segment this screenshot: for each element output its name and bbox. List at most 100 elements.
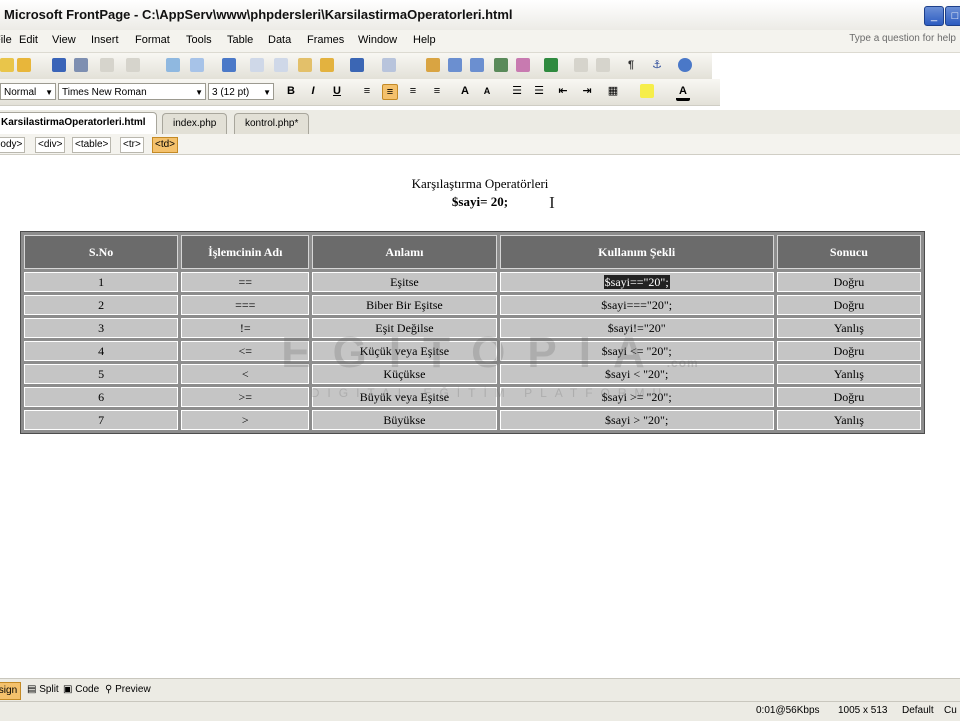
cell-meaning[interactable]: Büyük veya Eşitse (312, 387, 497, 407)
italic-button[interactable]: I (306, 84, 320, 98)
tag-div[interactable]: <div> (35, 137, 66, 153)
highlight-icon[interactable] (640, 84, 654, 98)
view-preview-button[interactable]: ⚲ Preview (102, 682, 154, 698)
help-question-box[interactable]: Type a question for help (849, 33, 956, 44)
undo-icon[interactable] (350, 58, 364, 72)
cell-result[interactable]: Doğru (776, 272, 921, 292)
tab-kontrol[interactable]: kontrol.php* (234, 113, 310, 134)
header-sno[interactable]: S.No (24, 235, 179, 269)
cell-meaning[interactable]: Biber Bir Eşitse (312, 295, 497, 315)
save-icon[interactable] (52, 58, 66, 72)
help-icon[interactable] (678, 58, 692, 72)
cell-operator[interactable]: === (181, 295, 310, 315)
cell-result[interactable]: Yanlış (776, 318, 921, 338)
insert-table-icon[interactable] (448, 58, 462, 72)
cell-meaning[interactable]: Küçükse (312, 364, 497, 384)
numbered-list-icon[interactable]: ☰ (510, 84, 524, 98)
cell-meaning[interactable]: Eşit Değilse (312, 318, 497, 338)
tag-table[interactable]: <table> (72, 137, 112, 153)
header-meaning[interactable]: Anlamı (312, 235, 497, 269)
header-result[interactable]: Sonucu (776, 235, 921, 269)
spelling-icon[interactable] (222, 58, 236, 72)
menu-table[interactable]: Table (227, 34, 253, 46)
header-operator-name[interactable]: İşlemcinin Adı (181, 235, 310, 269)
cell-meaning[interactable]: Eşitse (312, 272, 497, 292)
decrease-indent-icon[interactable]: ⇤ (556, 84, 570, 98)
new-page-icon[interactable] (0, 58, 14, 72)
decrease-font-icon[interactable]: A (480, 84, 494, 98)
cell-usage[interactable]: $sayi=="20"; (499, 272, 774, 292)
stop-icon[interactable] (596, 58, 610, 72)
cell-usage[interactable]: $sayi >= "20"; (499, 387, 774, 407)
view-split-button[interactable]: ▤ Split (24, 682, 62, 698)
align-center-icon[interactable]: ≡ (382, 84, 398, 100)
tab-karsilastirma[interactable]: KarsilastirmaOperatorleri.html (0, 112, 157, 135)
cell-sno[interactable]: 4 (24, 341, 179, 361)
open-folder-icon[interactable] (17, 58, 31, 72)
view-code-button[interactable]: ▣ Code (60, 682, 102, 698)
publish-icon[interactable] (100, 58, 114, 72)
cell-result[interactable]: Doğru (776, 387, 921, 407)
web-component-icon[interactable] (426, 58, 440, 72)
print-icon[interactable] (166, 58, 180, 72)
cell-result[interactable]: Doğru (776, 341, 921, 361)
font-size-select[interactable]: 3 (12 pt) ▼ (208, 83, 274, 100)
tag-tr[interactable]: <tr> (120, 137, 144, 153)
font-select[interactable]: Times New Roman ▼ (58, 83, 206, 100)
menu-format[interactable]: Format (135, 34, 170, 46)
header-usage[interactable]: Kullanım Şekli (499, 235, 774, 269)
cell-sno[interactable]: 3 (24, 318, 179, 338)
bold-button[interactable]: B (284, 84, 298, 98)
redo-icon[interactable] (382, 58, 396, 72)
minimize-icon[interactable]: _ (924, 6, 944, 26)
tab-index[interactable]: index.php (162, 113, 228, 134)
cell-sno[interactable]: 6 (24, 387, 179, 407)
tag-td[interactable]: <td> (152, 137, 179, 153)
cell-usage[interactable]: $sayi==="20"; (499, 295, 774, 315)
cell-usage[interactable]: $sayi < "20"; (499, 364, 774, 384)
cell-operator[interactable]: < (181, 364, 310, 384)
cell-sno[interactable]: 7 (24, 410, 179, 430)
maximize-icon[interactable]: □ (945, 6, 960, 26)
cell-operator[interactable]: <= (181, 341, 310, 361)
cell-sno[interactable]: 5 (24, 364, 179, 384)
menu-edit[interactable]: Edit (19, 34, 38, 46)
cell-result[interactable]: Yanlış (776, 364, 921, 384)
preview-browser-icon[interactable] (190, 58, 204, 72)
increase-font-icon[interactable]: A (458, 84, 472, 98)
copy-icon[interactable] (274, 58, 288, 72)
cell-meaning[interactable]: Küçük veya Eşitse (312, 341, 497, 361)
menu-frames[interactable]: Frames (307, 34, 344, 46)
insert-picture-icon[interactable] (494, 58, 508, 72)
menu-window[interactable]: Window (358, 34, 397, 46)
toggle-pane-icon[interactable] (126, 58, 140, 72)
cut-icon[interactable] (250, 58, 264, 72)
menu-data[interactable]: Data (268, 34, 291, 46)
cell-result[interactable]: Yanlış (776, 410, 921, 430)
align-left-icon[interactable]: ≡ (360, 84, 374, 98)
style-select[interactable]: Normal ▼ (0, 83, 56, 100)
cell-sno[interactable]: 2 (24, 295, 179, 315)
menu-tools[interactable]: Tools (186, 34, 212, 46)
cell-operator[interactable]: != (181, 318, 310, 338)
cell-operator[interactable]: > (181, 410, 310, 430)
cell-usage[interactable]: $sayi!="20" (499, 318, 774, 338)
cell-usage[interactable]: $sayi <= "20"; (499, 341, 774, 361)
underline-button[interactable]: U (330, 84, 344, 98)
search-icon[interactable] (74, 58, 88, 72)
pilcrow-icon[interactable]: ¶ (624, 58, 638, 72)
bookmark-icon[interactable]: ⚓ (650, 58, 664, 72)
cell-meaning[interactable]: Büyükse (312, 410, 497, 430)
bullet-list-icon[interactable]: ☰ (532, 84, 546, 98)
hyperlink-icon[interactable] (544, 58, 558, 72)
cell-result[interactable]: Doğru (776, 295, 921, 315)
font-color-icon[interactable]: A (676, 84, 690, 101)
menu-insert[interactable]: Insert (91, 34, 119, 46)
refresh-icon[interactable] (574, 58, 588, 72)
drawing-icon[interactable] (516, 58, 530, 72)
cell-sno[interactable]: 1 (24, 272, 179, 292)
menu-file[interactable]: File (0, 34, 12, 46)
justify-icon[interactable]: ≡ (430, 84, 444, 98)
insert-layer-icon[interactable] (470, 58, 484, 72)
align-right-icon[interactable]: ≡ (406, 84, 420, 98)
